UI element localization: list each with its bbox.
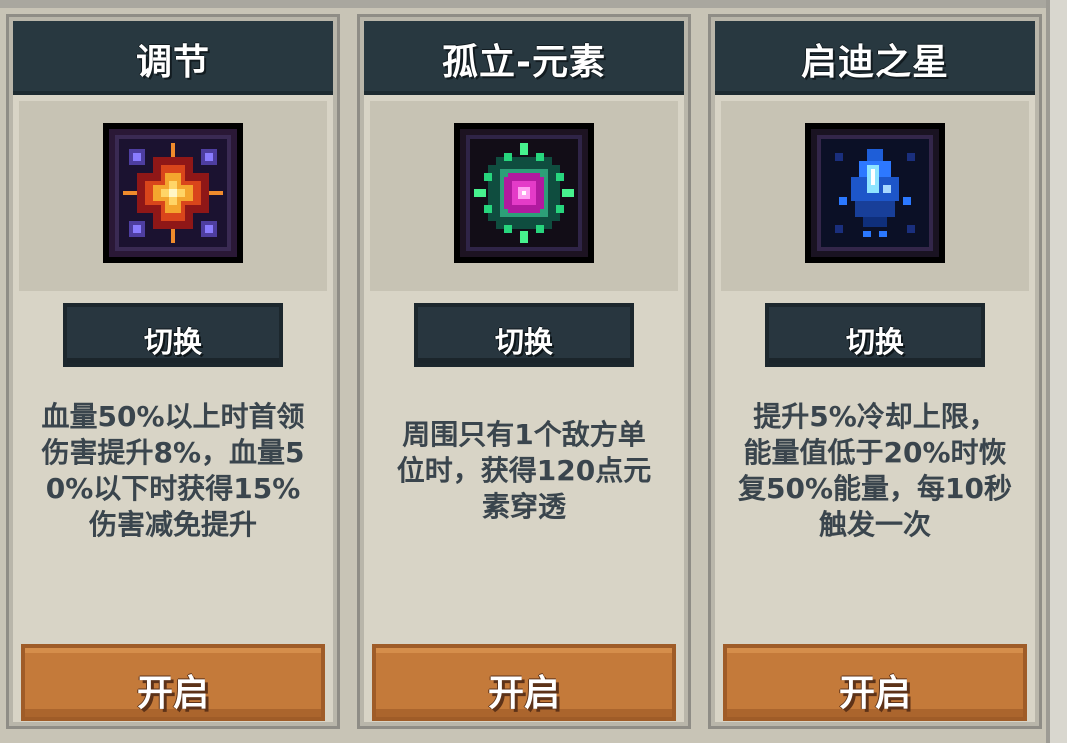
card-body: 启迪之星 切换 提升5%冷却上限， 能量值低于20%时恢 复50%能量，每10秒…	[715, 21, 1035, 722]
card-header: 调节	[13, 21, 333, 95]
emerald-pink-rune-icon	[454, 123, 594, 263]
switch-button-label: 切换	[845, 325, 904, 359]
description-line: 复50%能量，每10秒	[738, 472, 1012, 505]
card-title: 启迪之星	[800, 42, 949, 83]
open-button-label: 开启	[487, 673, 560, 714]
description-line: 周围只有1个敌方单	[402, 418, 646, 451]
switch-button-label: 切换	[494, 325, 553, 359]
talent-card-enlightenment-star: 启迪之星 切换 提升5%冷却上限， 能量值低于20%时恢 复50%能量，每10秒…	[708, 14, 1042, 729]
open-button[interactable]: 开启	[372, 644, 676, 721]
card-description: 周围只有1个敌方单 位时，获得120点元 素穿透	[364, 417, 684, 525]
card-title: 孤立-元素	[442, 42, 606, 83]
card-description: 血量50%以上时首领 伤害提升8%，血量5 0%以下时获得15% 伤害减免提升	[13, 399, 333, 543]
description-line: 提升5%冷却上限，	[753, 400, 997, 433]
icon-well	[19, 101, 327, 291]
talent-card-regulate: 调节 切换 血量50%以上时首领 伤害提升8%，血量5 0%以下时获得15% 伤…	[6, 14, 340, 729]
open-button-label: 开启	[136, 673, 209, 714]
right-edge-panel	[1046, 0, 1067, 743]
description-line: 素穿透	[481, 490, 566, 523]
radiant-star-rune-icon	[103, 123, 243, 263]
icon-well	[721, 101, 1029, 291]
blue-crystal-rune-icon	[805, 123, 945, 263]
card-header: 启迪之星	[715, 21, 1035, 95]
card-body: 调节 切换 血量50%以上时首领 伤害提升8%，血量5 0%以下时获得15% 伤…	[13, 21, 333, 722]
switch-button[interactable]: 切换	[414, 303, 634, 367]
card-body: 孤立-元素 切换 周围只有1个敌方单 位时，获得120点元 素穿透 开启	[364, 21, 684, 722]
description-line: 伤害提升8%，血量5	[41, 436, 305, 469]
description-line: 伤害减免提升	[88, 508, 257, 541]
switch-button-label: 切换	[143, 325, 202, 359]
icon-well	[370, 101, 678, 291]
description-line: 0%以下时获得15%	[45, 472, 301, 505]
description-line: 触发一次	[818, 508, 931, 541]
talent-card-isolation-element: 孤立-元素 切换 周围只有1个敌方单 位时，获得120点元 素穿透 开启	[357, 14, 691, 729]
open-button[interactable]: 开启	[723, 644, 1027, 721]
top-strip	[0, 0, 1067, 8]
card-title: 调节	[135, 42, 210, 83]
card-description: 提升5%冷却上限， 能量值低于20%时恢 复50%能量，每10秒 触发一次	[715, 399, 1035, 543]
open-button-label: 开启	[838, 673, 911, 714]
switch-button[interactable]: 切换	[63, 303, 283, 367]
card-header: 孤立-元素	[364, 21, 684, 95]
description-line: 能量值低于20%时恢	[743, 436, 1007, 469]
open-button[interactable]: 开启	[21, 644, 325, 721]
description-line: 位时，获得120点元	[396, 454, 652, 487]
description-line: 血量50%以上时首领	[41, 400, 305, 433]
switch-button[interactable]: 切换	[765, 303, 985, 367]
